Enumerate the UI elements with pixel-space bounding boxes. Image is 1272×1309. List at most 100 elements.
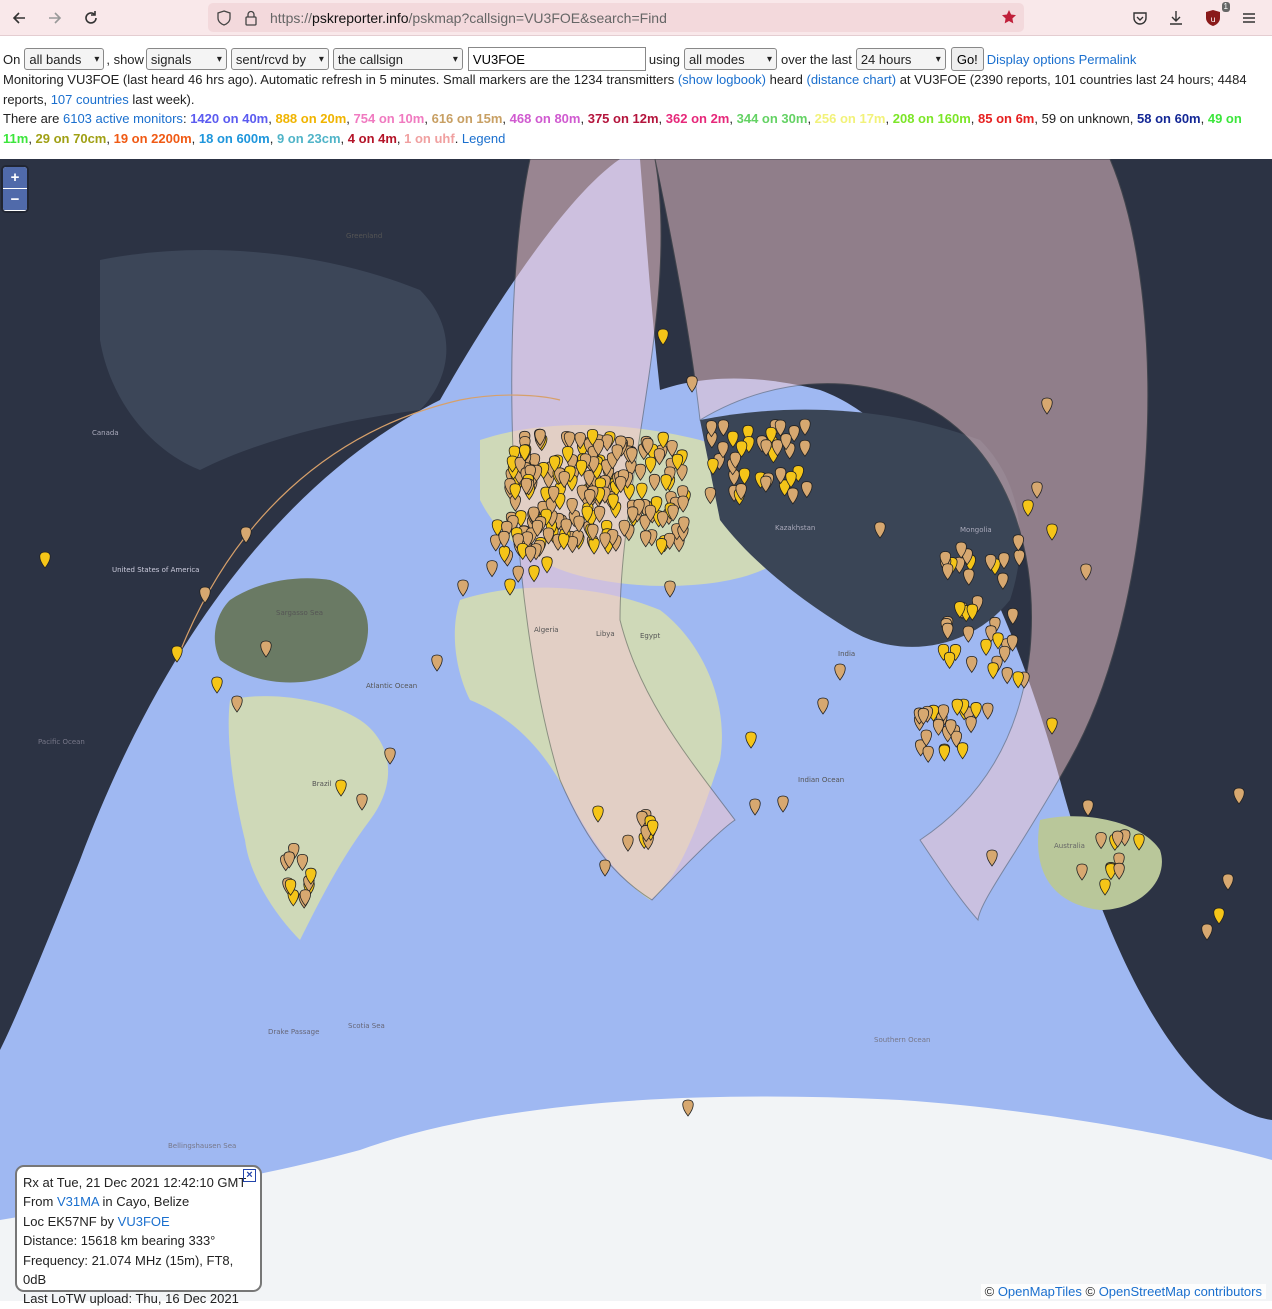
map-view[interactable]: Greenland Canada United States of Americ… xyxy=(0,159,1272,1301)
ublock-shield-icon: u xyxy=(1206,10,1220,26)
menu-button[interactable] xyxy=(1236,5,1262,31)
map-label-bellingshausen: Bellingshausen Sea xyxy=(168,1142,236,1150)
separator: , xyxy=(191,131,199,146)
receiver-callsign-link[interactable]: VU3FOE xyxy=(118,1214,170,1229)
reload-button[interactable] xyxy=(78,5,104,31)
forward-button[interactable] xyxy=(42,5,68,31)
separator: , xyxy=(658,111,666,126)
band-items: 1420 on 40m, 888 on 20m, 754 on 10m, 616… xyxy=(3,111,1242,146)
separator: , xyxy=(729,111,737,126)
callsign-input[interactable] xyxy=(467,47,646,71)
report-popup: × Rx at Tue, 21 Dec 2021 12:42:10 GMT Fr… xyxy=(15,1165,262,1306)
distance-chart-link[interactable]: (distance chart) xyxy=(806,72,896,87)
band-select[interactable]: all bands ▾ xyxy=(24,48,105,70)
openmaptiles-link[interactable]: OpenMapTiles xyxy=(998,1284,1082,1299)
ublock-extension-button[interactable]: u 1 xyxy=(1200,2,1230,31)
band-summary: There are 6103 active monitors: 1420 on … xyxy=(3,109,1268,149)
separator: , xyxy=(580,111,588,126)
separator: , xyxy=(1129,111,1138,126)
period-select[interactable]: 24 hours ▾ xyxy=(855,48,946,70)
map-label-drake: Drake Passage xyxy=(268,1028,319,1036)
map-label-southern: Southern Ocean xyxy=(874,1036,930,1044)
separator: . xyxy=(454,131,462,146)
map-canvas[interactable]: Greenland Canada United States of Americ… xyxy=(0,159,1272,1301)
band-count: 58 on 60m xyxy=(1137,111,1201,126)
map-attribution: © OpenMapTiles © OpenStreetMap contribut… xyxy=(980,1284,1266,1299)
separator: , xyxy=(346,111,354,126)
map-label-indian: Indian Ocean xyxy=(798,776,844,784)
separator: , xyxy=(269,131,277,146)
band-count: 754 on 10m xyxy=(353,111,425,126)
using-label: using xyxy=(648,51,680,67)
band-count: 1 on uhf xyxy=(404,131,455,146)
go-button[interactable]: Go! xyxy=(950,47,984,71)
separator: , xyxy=(106,131,114,146)
loc-label: Loc EK57NF by xyxy=(23,1213,118,1229)
separator: , xyxy=(1034,111,1042,126)
signals-select[interactable]: signals ▾ xyxy=(145,48,227,70)
over-label: over the last xyxy=(781,51,852,67)
popup-rx-time: Rx at Tue, 21 Dec 2021 12:42:10 GMT xyxy=(23,1175,247,1190)
downloads-button[interactable] xyxy=(1163,5,1189,31)
openstreetmap-link[interactable]: OpenStreetMap contributors xyxy=(1099,1284,1262,1299)
lock-icon xyxy=(245,10,257,26)
extension-badge: 1 xyxy=(1221,2,1230,12)
active-monitors-link[interactable]: 6103 active monitors xyxy=(63,111,183,126)
band-count: 1420 on 40m xyxy=(190,111,269,126)
zoom-control: + − xyxy=(3,167,27,211)
attrib-prefix: © xyxy=(984,1284,998,1299)
url-text: https://pskreporter.info/pskmap?callsign… xyxy=(270,10,667,26)
download-icon xyxy=(1170,11,1182,25)
display-options-link[interactable]: Display options xyxy=(987,52,1075,67)
popup-frequency: Frequency: 21.074 MHz (15m), FT8, 0dB xyxy=(23,1252,234,1288)
attrib-mid: © xyxy=(1081,1284,1099,1299)
callsign-type-select[interactable]: the callsign ▾ xyxy=(332,48,463,70)
reload-icon xyxy=(85,11,97,24)
address-bar[interactable]: https://pskreporter.info/pskmap?callsign… xyxy=(208,3,1024,32)
forward-arrow-icon xyxy=(49,12,62,24)
back-button[interactable] xyxy=(6,5,32,31)
map-label-mongolia: Mongolia xyxy=(960,526,992,534)
map-label-canada: Canada xyxy=(92,429,119,437)
svg-text:u: u xyxy=(1210,15,1215,24)
map-label-kazakhstan: Kazakhstan xyxy=(775,524,815,532)
band-count: 616 on 15m xyxy=(431,111,503,126)
from-callsign-link[interactable]: V31MA xyxy=(57,1194,99,1209)
band-count: 362 on 2m xyxy=(665,111,730,126)
map-label-libya: Libya xyxy=(596,630,615,638)
separator: , xyxy=(885,111,893,126)
bookmark-star-icon[interactable] xyxy=(1001,9,1017,25)
map-label-india: India xyxy=(838,650,855,658)
from-label: From xyxy=(23,1194,57,1210)
browser-toolbar: https://pskreporter.info/pskmap?callsign… xyxy=(0,0,1272,36)
separator: , xyxy=(807,111,815,126)
show-logbook-link[interactable]: (show logbook) xyxy=(678,72,766,87)
legend-link[interactable]: Legend xyxy=(462,131,505,146)
countries-link[interactable]: 107 countries xyxy=(51,92,129,107)
pocket-button[interactable] xyxy=(1127,5,1153,31)
band-count: 59 on unknown xyxy=(1041,111,1130,126)
chevron-down-icon: ▾ xyxy=(452,53,458,65)
popup-close-button[interactable]: × xyxy=(243,1169,256,1182)
zoom-out-button[interactable]: − xyxy=(3,189,27,211)
mode-select[interactable]: all modes ▾ xyxy=(684,48,777,70)
monitoring-info: Monitoring VU3FOE (last heard 46 hrs ago… xyxy=(3,70,1265,110)
search-controls: On all bands ▾ , show signals ▾ sent/rcvd … xyxy=(3,46,1136,72)
band-count: 19 on 2200m xyxy=(113,131,192,146)
separator: , xyxy=(502,111,510,126)
permalink-link[interactable]: Permalink xyxy=(1079,52,1137,67)
band-count: 888 on 20m xyxy=(275,111,347,126)
separator: , xyxy=(970,111,979,126)
from-location: in Cayo, Belize xyxy=(98,1194,190,1210)
chevron-down-icon: ▾ xyxy=(935,53,941,65)
sent-rcvd-select[interactable]: sent/rcvd by ▾ xyxy=(230,48,329,70)
zoom-in-button[interactable]: + xyxy=(3,167,27,189)
band-count: 468 on 80m xyxy=(509,111,581,126)
chevron-down-icon: ▾ xyxy=(94,53,100,65)
info-text: Monitoring VU3FOE (last heard 46 hrs ago… xyxy=(3,72,678,87)
info-text: heard xyxy=(766,72,807,87)
band-count: 9 on 23cm xyxy=(276,131,341,146)
map-label-egypt: Egypt xyxy=(640,632,660,640)
map-label-brazil: Brazil xyxy=(312,780,332,788)
show-label: , show xyxy=(106,51,144,67)
